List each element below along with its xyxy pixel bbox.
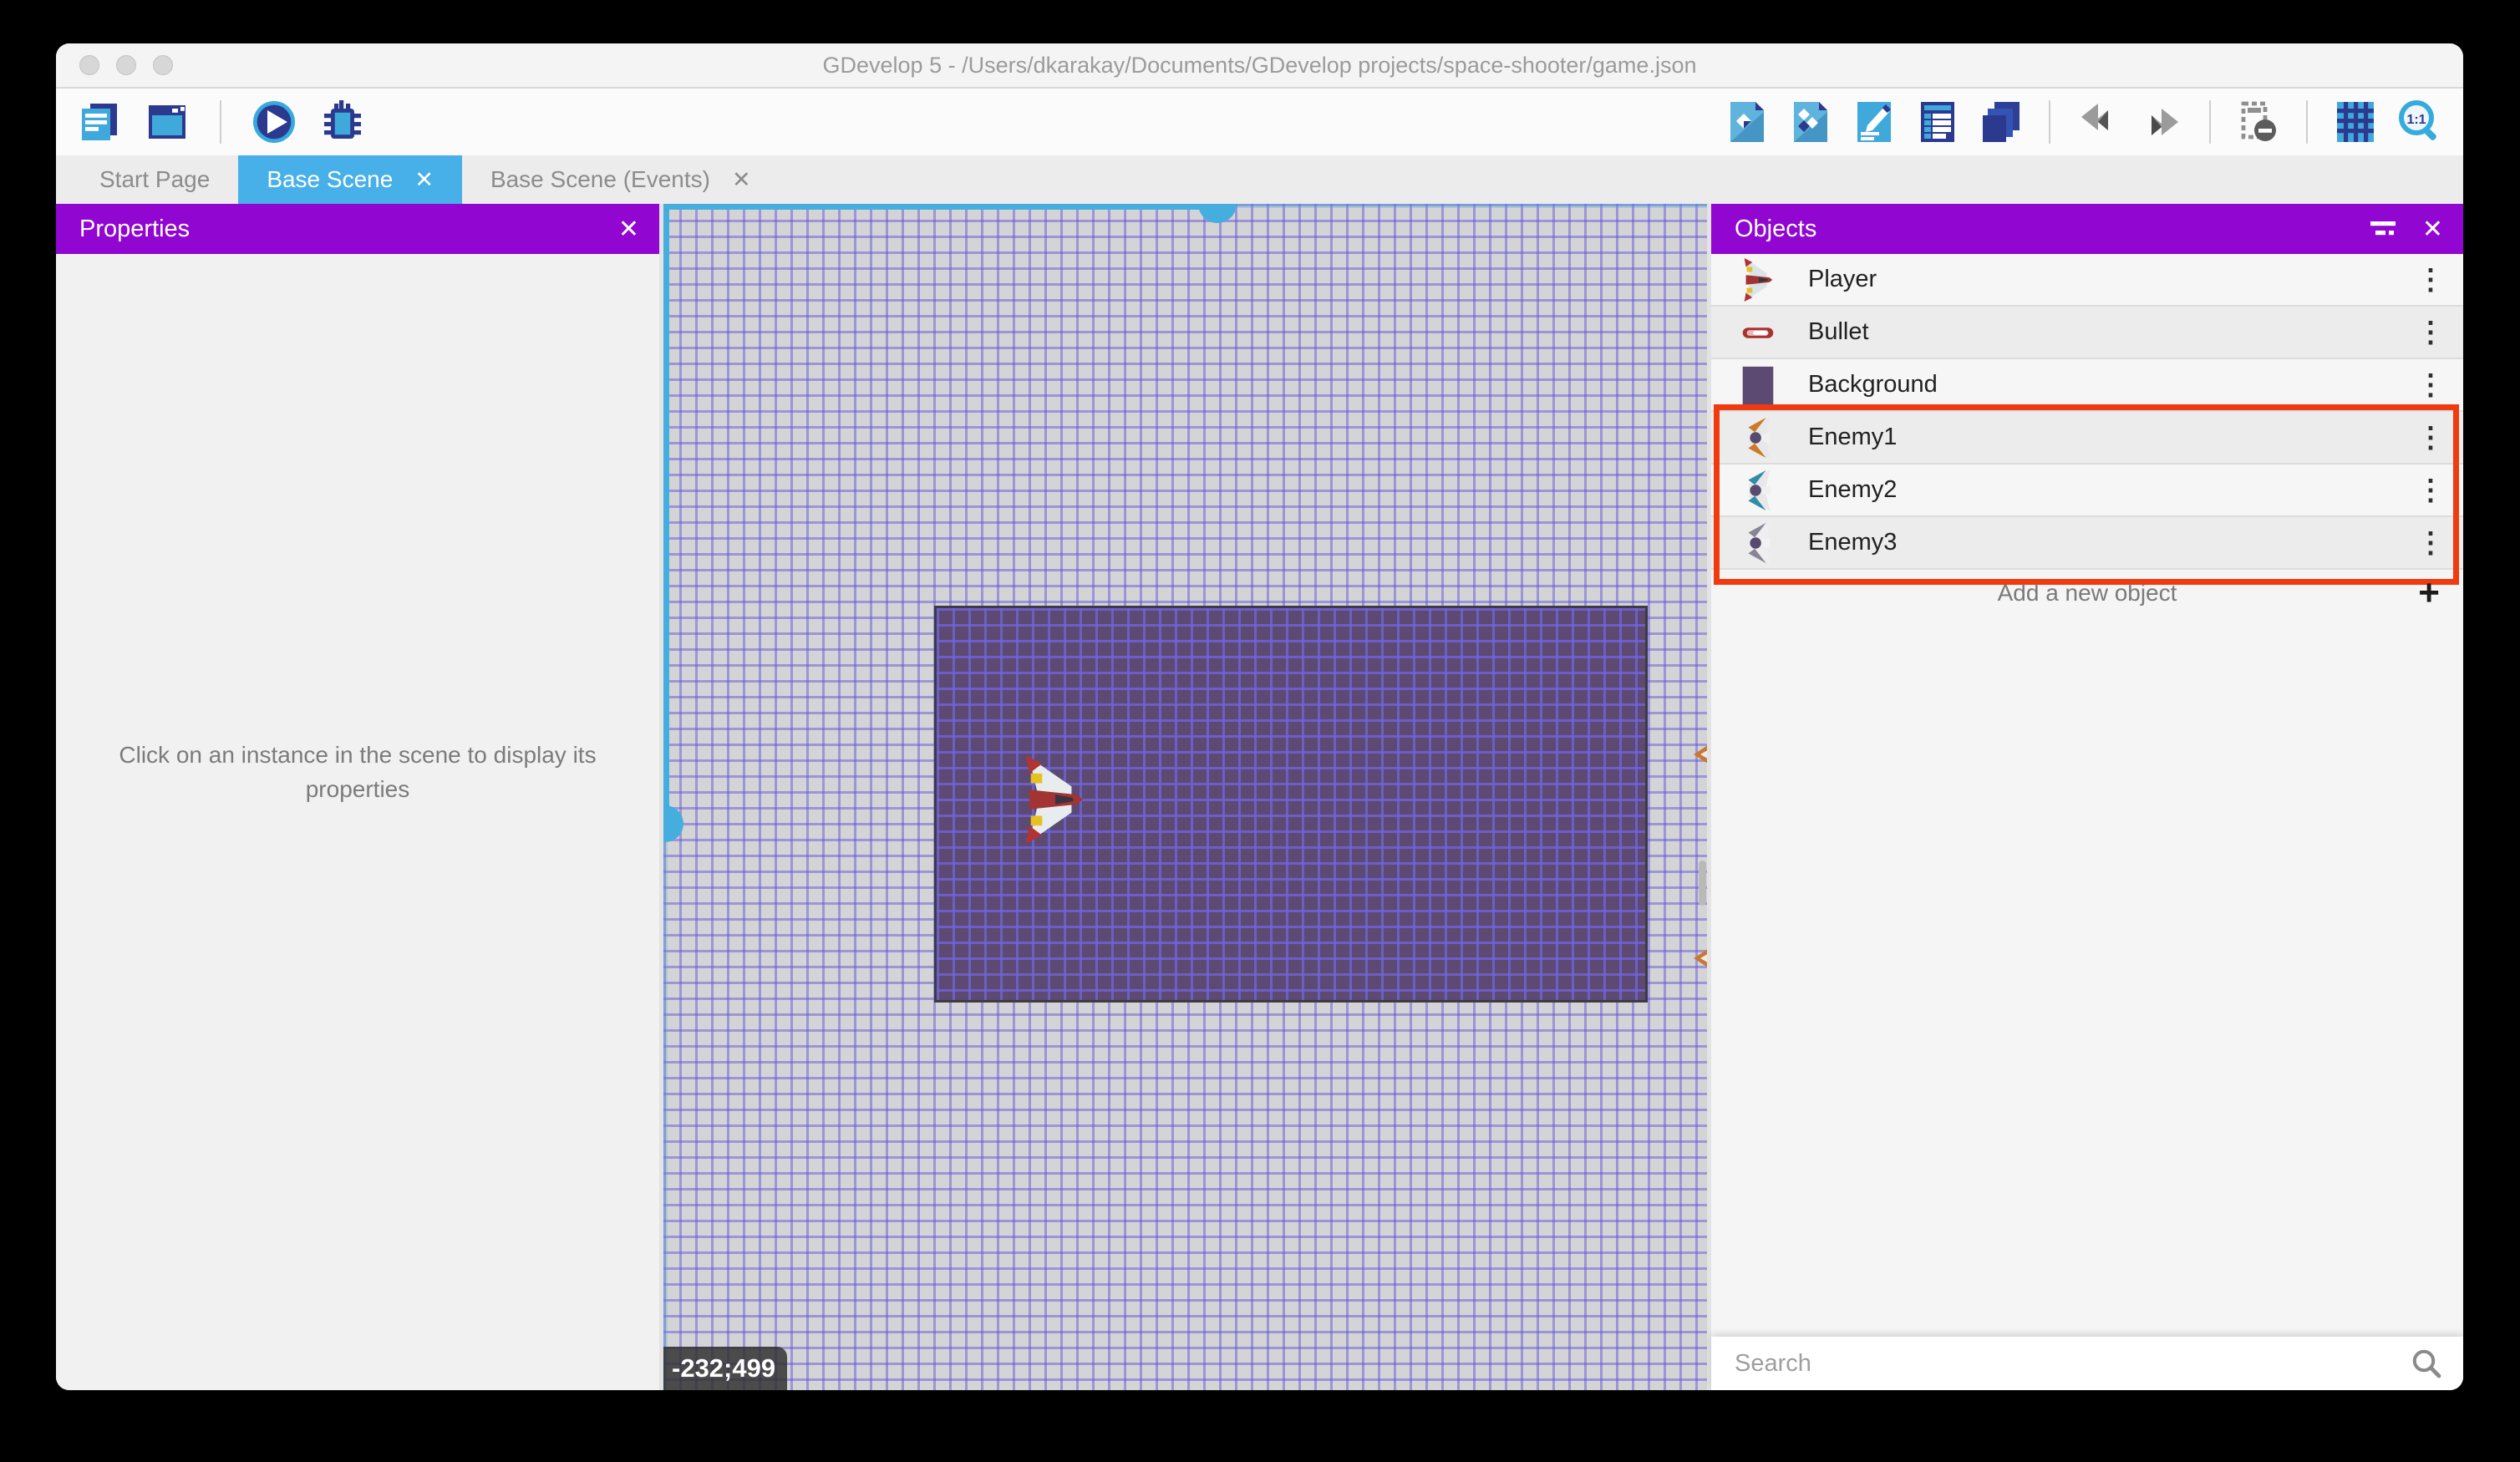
toolbar-separator (220, 100, 221, 144)
object-row-background[interactable]: Background ⋮ (1711, 359, 2463, 412)
cursor-coordinates: -232;499 (663, 1347, 787, 1390)
object-row-bullet[interactable]: Bullet ⋮ (1711, 307, 2463, 359)
tab-label: Base Scene (Events) (490, 166, 710, 193)
object-menu-icon[interactable]: ⋮ (2416, 529, 2445, 557)
object-menu-icon[interactable]: ⋮ (2416, 318, 2445, 347)
object-label: Enemy3 (1808, 529, 1897, 556)
open-events-icon[interactable] (1850, 98, 1898, 146)
object-row-enemy3[interactable]: Enemy3 ⋮ (1711, 517, 2463, 570)
enemy-ship-orange-icon (1738, 416, 1778, 459)
project-manager-icon[interactable] (74, 98, 123, 146)
plus-icon[interactable]: + (2418, 575, 2440, 612)
properties-panel: Properties ✕ Click on an instance in the… (56, 204, 659, 1390)
selection-edge-left-faint (663, 824, 668, 1390)
preview-play-icon[interactable] (250, 98, 298, 146)
selection-edge-top-faint (1225, 204, 1707, 208)
object-row-enemy2[interactable]: Enemy2 ⋮ (1711, 464, 2463, 517)
tab-bar: Start Page Base Scene ✕ Base Scene (Even… (56, 155, 2463, 204)
grid-icon[interactable] (2331, 98, 2380, 146)
toolbar-separator (2049, 100, 2050, 144)
zoom-1-1-icon[interactable]: 1:1 (2395, 98, 2443, 146)
object-menu-icon[interactable]: ⋮ (2416, 424, 2445, 452)
object-list: Player ⋮ Bullet ⋮ Background ⋮ (1711, 254, 2463, 570)
properties-header: Properties ✕ (56, 204, 659, 254)
scene-variables-icon[interactable] (1786, 98, 1835, 146)
close-panel-icon[interactable]: ✕ (2422, 215, 2443, 244)
scene-properties-icon[interactable] (1723, 98, 1771, 146)
objects-header: Objects ✕ (1711, 204, 2463, 254)
title-bar: GDevelop 5 - /Users/dkarakay/Documents/G… (56, 43, 2463, 89)
toolbar-separator (2209, 100, 2211, 144)
object-label: Bullet (1808, 318, 1869, 346)
object-row-enemy1[interactable]: Enemy1 ⋮ (1711, 412, 2463, 464)
clipped-enemy-instance[interactable] (1694, 744, 1707, 765)
purple-swatch-icon (1738, 363, 1778, 407)
close-tab-icon[interactable]: ✕ (414, 167, 434, 193)
close-panel-icon[interactable]: ✕ (618, 215, 639, 244)
objects-panel: Objects ✕ Player ⋮ (1711, 204, 2463, 1390)
player-instance[interactable] (1021, 755, 1086, 844)
close-tab-icon[interactable]: ✕ (732, 167, 751, 193)
tab-base-scene-events[interactable]: Base Scene (Events) ✕ (462, 155, 780, 204)
resize-handle-left[interactable] (663, 805, 683, 842)
object-label: Enemy1 (1808, 424, 1897, 451)
tab-start-page[interactable]: Start Page (71, 155, 238, 204)
canvas-scrollbar[interactable] (1699, 860, 1706, 906)
object-label: Player (1808, 266, 1877, 293)
scene-canvas[interactable]: -232;499 (663, 204, 1707, 1390)
selection-edge-top (663, 204, 1225, 210)
object-label: Background (1808, 371, 1938, 398)
add-object-label: Add a new object (1998, 580, 2177, 607)
gdevelop-window: GDevelop 5 - /Users/dkarakay/Documents/G… (56, 43, 2463, 1390)
search-input[interactable] (1735, 1350, 2410, 1378)
panel-title: Properties (79, 216, 190, 243)
red-bullet-icon (1738, 311, 1778, 354)
main-area: Properties ✕ Click on an instance in the… (56, 204, 2463, 1390)
tab-base-scene[interactable]: Base Scene ✕ (238, 155, 462, 204)
enemy-ship-gray-icon (1738, 521, 1778, 565)
resize-handle-top[interactable] (1198, 204, 1237, 223)
zoom-window-button[interactable] (153, 55, 173, 75)
instances-list-icon[interactable] (1977, 98, 2025, 146)
minimize-window-button[interactable] (116, 55, 136, 75)
toolbar-separator (2306, 100, 2308, 144)
object-label: Enemy2 (1808, 476, 1897, 504)
object-row-player[interactable]: Player ⋮ (1711, 254, 2463, 307)
undo-icon[interactable] (2074, 98, 2122, 146)
clipped-enemy-instance[interactable] (1694, 947, 1707, 969)
player-ship-icon (1738, 258, 1778, 302)
search-icon[interactable] (2410, 1347, 2443, 1380)
window-title: GDevelop 5 - /Users/dkarakay/Documents/G… (823, 53, 1697, 79)
object-menu-icon[interactable]: ⋮ (2416, 476, 2445, 505)
properties-empty-message: Click on an instance in the scene to dis… (107, 739, 608, 806)
object-menu-icon[interactable]: ⋮ (2416, 266, 2445, 294)
object-menu-icon[interactable]: ⋮ (2416, 371, 2445, 399)
toolbar: 1:1 (56, 89, 2463, 155)
traffic-lights (79, 43, 173, 87)
object-search-bar (1711, 1337, 2463, 1390)
tab-label: Start Page (99, 166, 210, 193)
selection-edge-left (663, 204, 669, 824)
redo-icon[interactable] (2137, 98, 2186, 146)
filter-icon[interactable] (2369, 216, 2397, 241)
close-window-button[interactable] (79, 55, 99, 75)
add-object-row[interactable]: Add a new object + (1711, 570, 2463, 617)
scene-window-icon[interactable] (143, 98, 191, 146)
enemy-ship-teal-icon (1738, 469, 1778, 512)
mask-disabled-icon[interactable] (2234, 98, 2283, 146)
layers-list-icon[interactable] (1913, 98, 1962, 146)
svg-text:1:1: 1:1 (2406, 113, 2426, 127)
panel-title: Objects (1735, 216, 1816, 243)
tab-label: Base Scene (267, 166, 393, 193)
debug-bug-icon[interactable] (318, 98, 367, 146)
